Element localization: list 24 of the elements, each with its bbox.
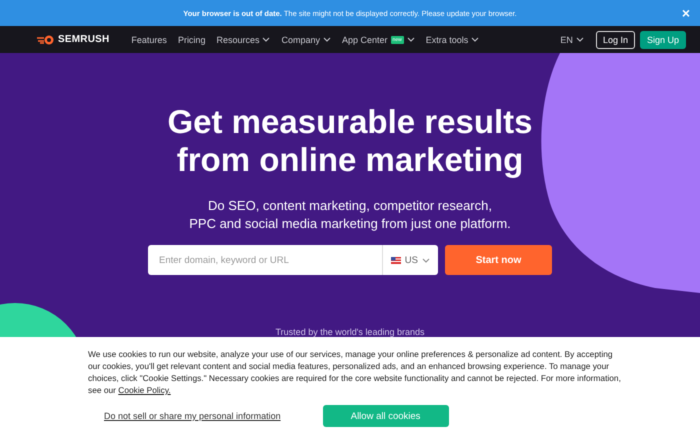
flag-icon [390, 256, 401, 264]
country-selector[interactable]: US [382, 245, 438, 275]
cookie-policy-link[interactable]: Cookie Policy. [118, 385, 171, 395]
flame-icon [37, 34, 55, 44]
trusted-caption: Trusted by the world's leading brands [276, 327, 424, 337]
chevron-icon [422, 258, 430, 262]
nav-link[interactable]: Pricing [178, 34, 206, 44]
cookie-notice: We use cookies to run our website, analyze your use of our services, manage your online preferences & personalize ad content. By accepting our cookies, you'll get relevant content and social media features, personalized ads, and an enhanced browsing experience. To manage your choices, click "Cookie Settings." Necessary cookies are required for the core website functionality and cannot be rejected. For more information, see our Cookie Policy. [88, 348, 622, 396]
logo-text: SEMRUSH [58, 34, 110, 45]
nav-link[interactable]: Features [131, 34, 167, 44]
nav-link[interactable]: Resources [216, 34, 270, 44]
nav-link[interactable]: Extra tools [426, 34, 480, 44]
language-selector[interactable]: EN [560, 34, 584, 44]
chevron-icon [471, 37, 480, 42]
login-button[interactable]: Log In [596, 30, 635, 48]
chevron-icon [323, 37, 332, 42]
hero-subtitle: Do SEO, content marketing, competitor research, PPC and social media marketing from just one platform. [189, 197, 511, 233]
nav-link[interactable]: Company [281, 34, 332, 44]
hero-headline: Get measurable results from online marketing [168, 103, 532, 179]
search-field[interactable]: Enter domain, keyword or URL US [148, 245, 438, 275]
chevron-icon [406, 37, 415, 42]
chevron-icon [262, 37, 270, 42]
opt-out-link[interactable]: Do not sell or share my personal information [104, 411, 281, 421]
chevron-icon [576, 37, 584, 42]
